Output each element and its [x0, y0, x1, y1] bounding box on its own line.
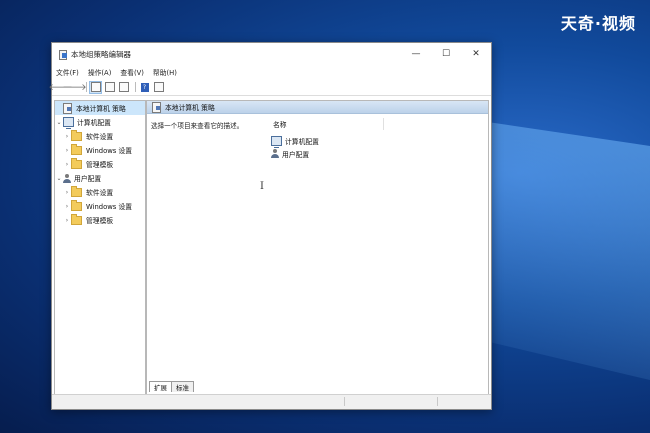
detail-pane: 本地计算机 策略 选择一个项目来查看它的描述。 名称 计算机配置 用户配置 I …	[146, 100, 489, 395]
list-item[interactable]: 用户配置	[271, 148, 309, 159]
export-list-icon[interactable]	[104, 82, 115, 93]
menu-view[interactable]: 查看(V)	[120, 67, 144, 77]
policy-doc-icon	[152, 101, 161, 113]
status-bar	[52, 394, 491, 409]
app-icon	[58, 49, 67, 60]
chevron-down-icon[interactable]: ⌄	[55, 175, 63, 182]
column-header-name[interactable]: 名称	[265, 118, 384, 130]
user-icon	[63, 173, 71, 183]
chevron-right-icon[interactable]: ›	[63, 133, 71, 140]
maximize-button[interactable]: ☐	[431, 43, 461, 65]
status-divider	[437, 397, 438, 406]
toolbar: 🡐 🡒 ?	[48, 79, 491, 96]
tree-item-user-config[interactable]: ⌄ 用户配置	[55, 171, 145, 185]
window-title: 本地组策略编辑器	[71, 49, 131, 59]
column-header-label: 名称	[273, 121, 287, 129]
text-cursor-icon: I	[260, 181, 264, 192]
tab-extended[interactable]: 扩展	[149, 381, 172, 392]
tree-item-label: 管理模板	[86, 161, 114, 169]
computer-icon	[271, 135, 282, 148]
tree-item-label: 计算机配置	[77, 119, 111, 127]
detail-header-title: 本地计算机 策略	[165, 104, 215, 112]
show-tree-icon[interactable]	[89, 80, 102, 94]
folder-icon	[71, 213, 82, 225]
user-icon	[271, 149, 279, 158]
folder-icon	[71, 185, 82, 197]
folder-icon	[71, 199, 82, 211]
folder-icon	[71, 129, 82, 141]
description-text: 选择一个项目来查看它的描述。	[151, 122, 244, 130]
chevron-right-icon[interactable]: ›	[63, 203, 71, 210]
folder-icon	[71, 157, 82, 169]
status-divider	[344, 397, 345, 406]
menu-action[interactable]: 操作(A)	[88, 67, 112, 77]
gpedit-window: 本地组策略编辑器 — ☐ ✕ 文件(F) 操作(A) 查看(V) 帮助(H) 🡐…	[48, 42, 492, 410]
chevron-right-icon[interactable]: ›	[63, 217, 71, 224]
chevron-right-icon[interactable]: ›	[63, 189, 71, 196]
menu-bar: 文件(F) 操作(A) 查看(V) 帮助(H)	[52, 65, 491, 79]
properties-icon[interactable]	[118, 82, 129, 93]
tree-item-windows-settings[interactable]: › Windows 设置	[55, 143, 145, 157]
list-item-label: 用户配置	[282, 150, 310, 159]
chevron-right-icon[interactable]: ›	[63, 147, 71, 154]
minimize-button[interactable]: —	[401, 43, 431, 65]
chevron-right-icon[interactable]: ›	[63, 161, 71, 168]
tree-item-label: Windows 设置	[86, 147, 133, 155]
policy-doc-icon	[63, 102, 72, 114]
tree-item-label: 本地计算机 策略	[76, 105, 126, 113]
tree-item-label: 管理模板	[86, 217, 114, 225]
tree-item-root[interactable]: 本地计算机 策略	[55, 101, 145, 115]
tree-item-software-settings[interactable]: › 软件设置	[55, 185, 145, 199]
list-item[interactable]: 计算机配置	[271, 135, 319, 148]
tree-pane: 本地计算机 策略 ⌄ 计算机配置 › 软件设置 › Windows 设置 › 管…	[54, 100, 146, 395]
tree-item-label: 软件设置	[86, 189, 114, 197]
computer-icon	[63, 117, 74, 129]
view-tabs: 扩展 标准	[149, 381, 194, 392]
tree-item-label: 软件设置	[86, 133, 114, 141]
forward-arrow-icon[interactable]: 🡒	[62, 82, 86, 93]
tab-standard[interactable]: 标准	[171, 381, 194, 392]
toolbar-separator	[86, 82, 87, 92]
menu-help[interactable]: 帮助(H)	[153, 67, 177, 77]
tree-item-software-settings[interactable]: › 软件设置	[55, 129, 145, 143]
tree-item-admin-templates[interactable]: › 管理模板	[55, 157, 145, 171]
tree-item-computer-config[interactable]: ⌄ 计算机配置	[55, 115, 145, 129]
tree-item-label: Windows 设置	[86, 203, 133, 211]
help-label: ?	[140, 82, 149, 92]
main-content: 本地计算机 策略 ⌄ 计算机配置 › 软件设置 › Windows 设置 › 管…	[52, 96, 491, 395]
folder-icon	[71, 143, 82, 155]
watermark-logo: 天奇·视频	[560, 14, 636, 33]
title-bar[interactable]: 本地组策略编辑器 — ☐ ✕	[52, 43, 491, 65]
list-item-label: 计算机配置	[285, 137, 319, 146]
help-icon[interactable]: ?	[139, 82, 150, 93]
tree-item-admin-templates[interactable]: › 管理模板	[55, 213, 145, 227]
view-icon[interactable]	[153, 82, 164, 93]
tree-item-label: 用户配置	[74, 175, 102, 183]
menu-file[interactable]: 文件(F)	[56, 67, 79, 77]
close-button[interactable]: ✕	[461, 43, 491, 65]
chevron-down-icon[interactable]: ⌄	[55, 119, 63, 126]
detail-header: 本地计算机 策略	[147, 101, 488, 114]
tree-item-windows-settings[interactable]: › Windows 设置	[55, 199, 145, 213]
toolbar-separator	[135, 82, 136, 92]
